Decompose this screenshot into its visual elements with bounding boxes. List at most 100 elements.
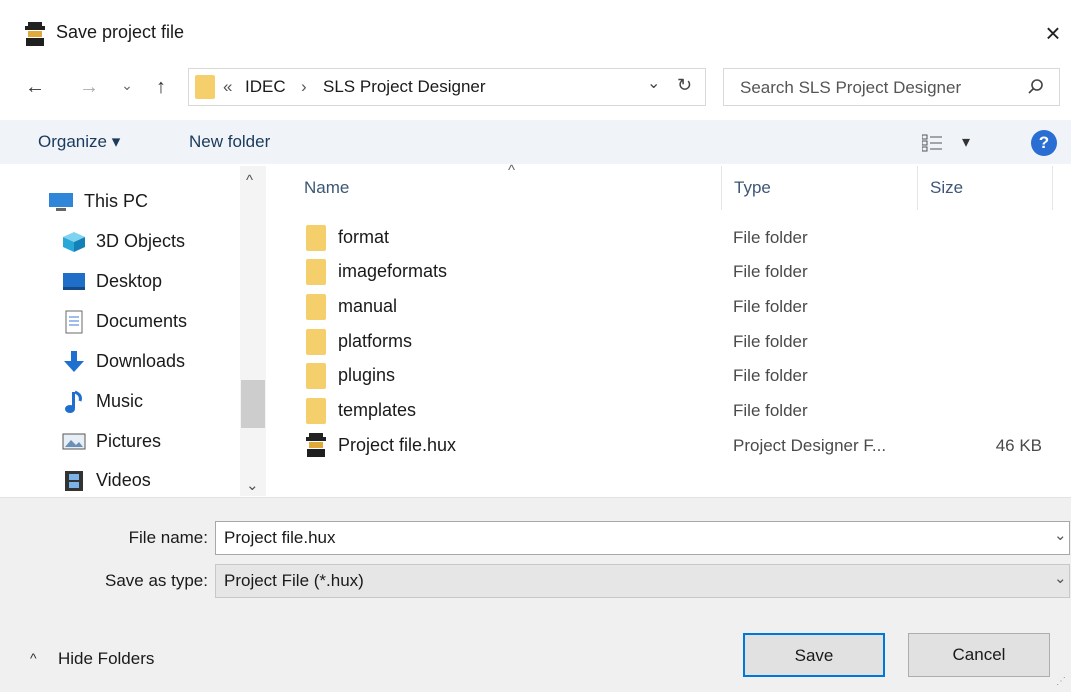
file-row-plugins[interactable]: plugins File folder <box>290 359 1060 393</box>
save-button[interactable]: Save <box>743 633 885 677</box>
scrollbar-thumb[interactable] <box>241 380 265 428</box>
address-bar[interactable]: « IDEC › SLS Project Designer ⌄ ↻ <box>188 68 706 106</box>
app-icon <box>24 22 46 46</box>
view-dropdown-button[interactable]: ▾ <box>962 132 970 152</box>
file-type: File folder <box>733 262 808 281</box>
hide-folders-button[interactable]: ^ Hide Folders <box>28 644 178 674</box>
breadcrumb-separator[interactable]: › <box>301 77 307 97</box>
sidebar-item-music[interactable]: Music <box>30 388 240 416</box>
scroll-down-button[interactable]: ⌄ <box>246 476 259 494</box>
folder-icon <box>306 329 326 355</box>
sidebar-item-label: Music <box>96 391 144 411</box>
help-button[interactable]: ? <box>1031 130 1057 156</box>
sidebar-item-videos[interactable]: Videos <box>30 467 240 495</box>
file-name: platforms <box>338 331 413 351</box>
folder-icon <box>306 363 326 389</box>
back-button[interactable]: ← <box>22 70 48 104</box>
recent-locations-button[interactable]: ⌄ <box>114 68 140 102</box>
sidebar-item-this-pc[interactable]: This PC <box>30 188 270 216</box>
scroll-up-button[interactable]: ^ <box>246 172 253 189</box>
file-row-project-file[interactable]: Project file.hux Project Designer F... 4… <box>290 429 1060 463</box>
file-row-format[interactable]: format File folder <box>290 221 1060 255</box>
file-name: templates <box>338 400 417 420</box>
sidebar-item-3d-objects[interactable]: 3D Objects <box>30 228 240 256</box>
cube-icon <box>62 231 86 253</box>
file-name: plugins <box>338 365 396 385</box>
sort-indicator-icon: ^ <box>508 162 516 179</box>
up-button[interactable]: ↑ <box>148 70 174 104</box>
column-header-type[interactable]: Type <box>734 178 771 198</box>
sidebar-item-downloads[interactable]: Downloads <box>30 348 240 376</box>
file-name-input[interactable]: Project file.hux <box>224 528 336 548</box>
search-box[interactable]: Search SLS Project Designer <box>723 68 1060 106</box>
computer-icon <box>48 192 74 212</box>
column-header-size[interactable]: Size <box>930 178 963 198</box>
sidebar-item-label: Documents <box>96 311 188 331</box>
save-type-value: Project File (*.hux) <box>224 571 364 590</box>
file-name-field[interactable]: Project file.hux ⌄ <box>215 521 1070 555</box>
file-type: File folder <box>733 366 808 385</box>
file-row-templates[interactable]: templates File folder <box>290 394 1060 428</box>
file-type: File folder <box>733 228 808 247</box>
chevron-down-icon: ⌄ <box>1054 570 1067 587</box>
cancel-button[interactable]: Cancel <box>908 633 1050 677</box>
column-divider[interactable] <box>721 166 722 210</box>
toolbar <box>0 120 1071 164</box>
search-icon[interactable] <box>1026 77 1046 97</box>
sidebar-item-label: Downloads <box>96 351 186 371</box>
sidebar-item-label: 3D Objects <box>96 231 186 251</box>
view-options-icon[interactable] <box>921 134 942 152</box>
sidebar-item-label: Pictures <box>96 431 162 451</box>
resize-grip-icon[interactable]: ⋰ <box>1056 676 1066 687</box>
search-input[interactable]: Search SLS Project Designer <box>740 78 961 98</box>
download-icon <box>62 350 86 374</box>
file-type: File folder <box>733 297 808 316</box>
new-folder-button[interactable]: New folder <box>189 132 270 152</box>
pictures-icon <box>62 432 86 452</box>
sidebar-item-label: Videos <box>96 470 151 490</box>
organize-button[interactable]: Organize ▾ <box>38 132 120 152</box>
sidebar-item-pictures[interactable]: Pictures <box>30 428 240 456</box>
file-row-imageformats[interactable]: imageformats File folder <box>290 255 1060 289</box>
folder-icon <box>306 225 326 251</box>
chevron-up-icon: ^ <box>30 650 37 666</box>
column-header-name[interactable]: Name <box>304 178 349 198</box>
folder-icon <box>306 398 326 424</box>
file-name: format <box>338 227 390 247</box>
sidebar-item-label: This PC <box>84 191 149 211</box>
breadcrumb-idec[interactable]: IDEC <box>245 77 286 97</box>
save-type-select[interactable]: Project File (*.hux) ⌄ <box>215 564 1070 598</box>
sidebar-item-label: Desktop <box>96 271 163 291</box>
folder-icon <box>306 259 326 285</box>
close-button[interactable]: × <box>1036 16 1070 50</box>
breadcrumb-sls-project-designer[interactable]: SLS Project Designer <box>323 77 486 97</box>
folder-icon <box>195 75 215 99</box>
music-icon <box>64 390 84 414</box>
column-divider[interactable] <box>917 166 918 210</box>
desktop-icon <box>62 271 86 293</box>
file-name: Project file.hux <box>338 435 457 455</box>
column-divider[interactable] <box>1052 166 1053 210</box>
path-overflow[interactable]: « <box>223 77 232 97</box>
file-name: manual <box>338 296 398 316</box>
sidebar-item-desktop[interactable]: Desktop <box>30 268 240 296</box>
file-type: File folder <box>733 332 808 351</box>
file-name-dropdown-button[interactable]: ⌄ <box>1054 526 1067 544</box>
file-type: Project Designer F... <box>733 436 887 455</box>
hide-folders-label: Hide Folders <box>58 649 155 668</box>
save-type-label: Save as type: <box>104 571 208 590</box>
videos-icon <box>64 470 84 492</box>
file-type: File folder <box>733 401 808 420</box>
file-name-label: File name: <box>128 528 208 547</box>
file-row-manual[interactable]: manual File folder <box>290 290 1060 324</box>
file-size: 46 KB <box>995 436 1042 455</box>
file-name: imageformats <box>338 261 448 281</box>
window-title: Save project file <box>56 22 185 42</box>
project-file-icon <box>305 433 327 457</box>
forward-button[interactable]: → <box>76 70 102 104</box>
refresh-button[interactable]: ↻ <box>677 75 692 96</box>
sidebar-item-documents[interactable]: Documents <box>30 308 240 336</box>
address-dropdown-button[interactable]: ⌄ <box>647 73 660 93</box>
folder-icon <box>306 294 326 320</box>
file-row-platforms[interactable]: platforms File folder <box>290 325 1060 359</box>
